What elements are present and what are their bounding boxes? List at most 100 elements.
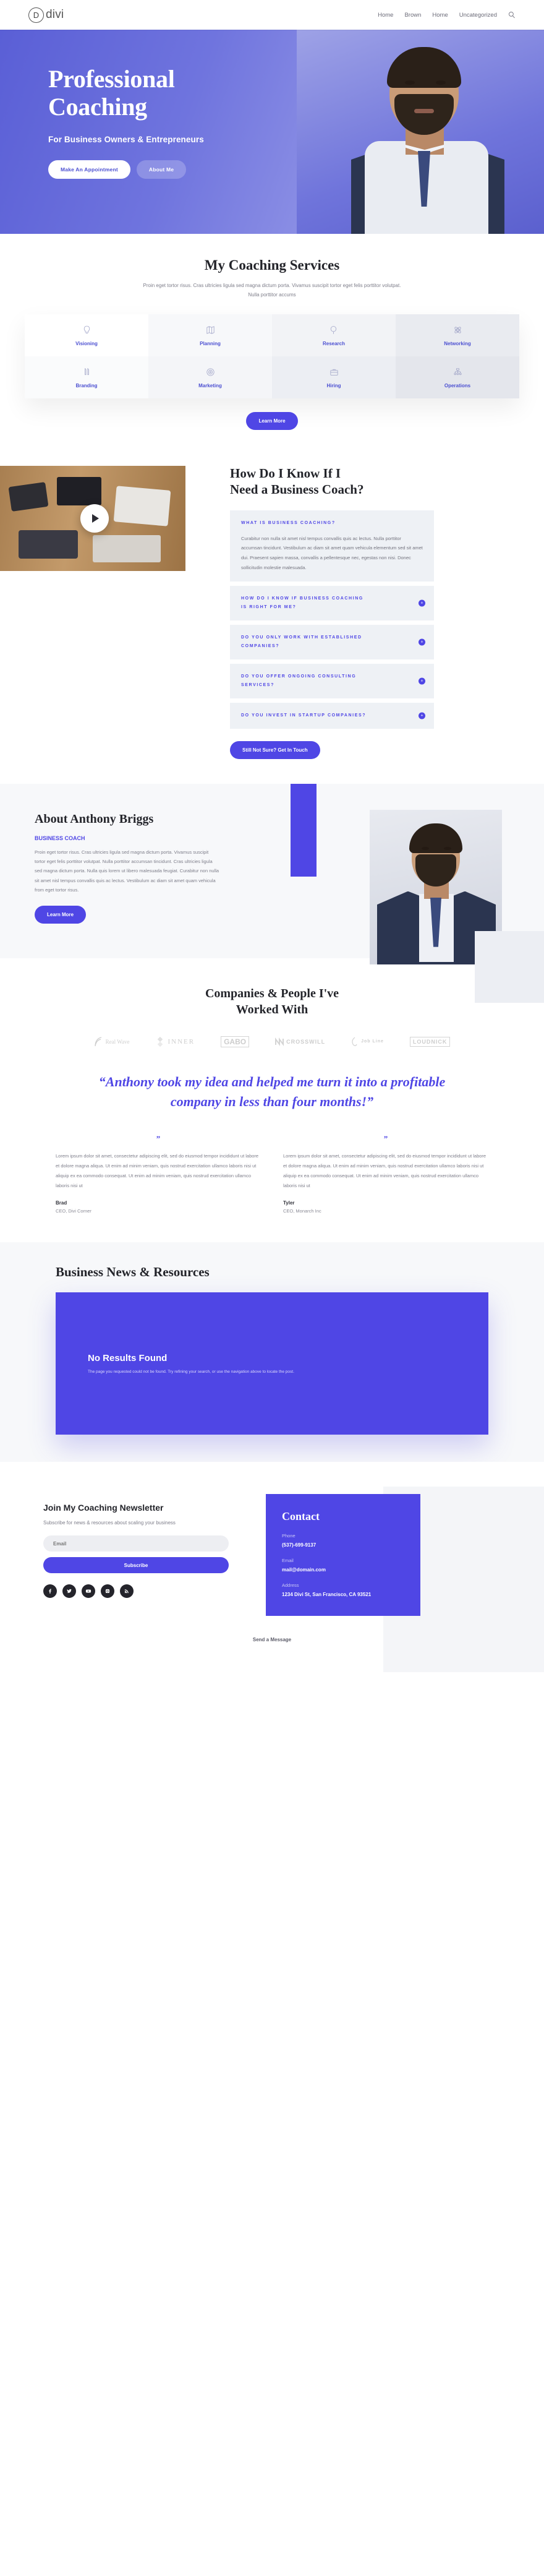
- about-learn-more-button[interactable]: Learn More: [35, 906, 87, 924]
- accordion-expand-icon[interactable]: +: [419, 599, 425, 607]
- target-icon: [206, 368, 215, 376]
- address-label: Address: [282, 1582, 299, 1589]
- accordion-expand-icon[interactable]: +: [419, 677, 425, 685]
- about-me-button[interactable]: About Me: [136, 160, 187, 179]
- accordion-item[interactable]: HOW DO I KNOW IF BUSINESS COACHING IS RI…: [230, 585, 434, 620]
- service-label: Branding: [75, 382, 98, 389]
- social-links: [43, 1584, 247, 1599]
- hero-section: Professional Coaching For Business Owner…: [0, 30, 544, 234]
- twitter-icon[interactable]: [62, 1584, 76, 1599]
- nav-item-home-2[interactable]: Home: [432, 12, 448, 19]
- email-field[interactable]: [43, 1535, 229, 1552]
- newsletter-title: Join My Coaching Newsletter: [43, 1503, 164, 1513]
- logo-loudnick: LOUDNICK: [409, 1037, 451, 1047]
- testimonial-role: CEO, Divi Corner: [56, 1208, 91, 1214]
- faq-cta-button[interactable]: Still Not Sure? Get In Touch: [230, 741, 320, 759]
- accordion-item-open[interactable]: WHAT IS BUSINESS COACHING? Curabitur non…: [230, 510, 434, 582]
- accordion-question: DO YOU OFFER ONGOING CONSULTING SERVICES…: [241, 674, 357, 687]
- phone-label: Phone: [282, 1533, 295, 1539]
- services-section: My Coaching Services Proin eget tortor r…: [0, 234, 544, 452]
- services-subtitle: Proin eget tortor risus. Cras ultricies …: [143, 283, 401, 298]
- divi-logo-icon: D: [28, 7, 44, 23]
- testimonial-body: Lorem ipsum dolor sit amet, consectetur …: [283, 1153, 487, 1188]
- accordion-expand-icon[interactable]: +: [419, 712, 425, 719]
- accordion-item[interactable]: DO YOU OFFER ONGOING CONSULTING SERVICES…: [230, 663, 434, 698]
- faq-heading-line1: How Do I Know If I: [230, 466, 341, 481]
- logo-gabo: GABO: [221, 1036, 250, 1048]
- service-label: Networking: [444, 340, 471, 346]
- client-logos: Real Wave INNER GABO CROSSWILL Job Line …: [0, 1036, 544, 1048]
- service-label: Planning: [200, 340, 221, 346]
- about-decorative-square: [475, 930, 544, 1003]
- service-card-hiring[interactable]: Hiring: [272, 356, 396, 399]
- service-label: Visioning: [75, 340, 98, 346]
- accordion-question: DO YOU INVEST IN STARTUP COMPANIES?: [241, 713, 367, 718]
- service-card-branding[interactable]: Branding: [25, 356, 148, 399]
- faq-video-thumbnail[interactable]: [0, 466, 185, 572]
- service-card-planning[interactable]: Planning: [148, 314, 272, 357]
- email-value[interactable]: mail@domain.com: [282, 1567, 404, 1573]
- testimonial-section: “Anthony took my idea and helped me turn…: [0, 1047, 544, 1242]
- atom-icon: [454, 327, 461, 333]
- service-card-operations[interactable]: Operations: [396, 356, 519, 399]
- logo-inner: INNER: [155, 1037, 195, 1047]
- site-logo[interactable]: D divi: [28, 7, 64, 23]
- companies-title: Companies & People I've Worked With: [0, 985, 544, 1018]
- service-card-networking[interactable]: Networking: [396, 314, 519, 357]
- nav-item-brown[interactable]: Brown: [404, 12, 421, 19]
- magnifier-icon: [330, 325, 336, 334]
- quote-icon: ”: [156, 1134, 161, 1144]
- headline-quote: “Anthony took my idea and helped me turn…: [98, 1074, 446, 1110]
- faq-accordion: WHAT IS BUSINESS COACHING? Curabitur non…: [230, 510, 434, 729]
- make-appointment-button[interactable]: Make An Appointment: [48, 160, 130, 179]
- quote-icon: ”: [383, 1134, 388, 1144]
- accordion-item[interactable]: DO YOU INVEST IN STARTUP COMPANIES? +: [230, 702, 434, 729]
- instagram-icon[interactable]: [101, 1584, 114, 1599]
- search-icon[interactable]: [508, 11, 516, 19]
- facebook-icon[interactable]: [43, 1584, 57, 1599]
- about-section: About Anthony Briggs BUSINESS COACH Proi…: [0, 783, 544, 1003]
- service-label: Research: [322, 340, 346, 346]
- about-accent-bar: [291, 783, 317, 877]
- nav-item-uncategorized[interactable]: Uncategorized: [459, 12, 497, 19]
- logo-label: CROSSWILL: [286, 1039, 326, 1045]
- briefcase-icon: [329, 369, 338, 376]
- companies-title-line2: Worked With: [236, 1003, 308, 1017]
- rss-icon[interactable]: [120, 1584, 134, 1599]
- logo-label: INNER: [168, 1037, 195, 1045]
- no-results-card: No Results Found The page you requested …: [56, 1292, 488, 1435]
- about-body: Proin eget tortor risus. Cras ultricies …: [35, 849, 219, 893]
- hero-buttons: Make An Appointment About Me: [48, 160, 266, 179]
- email-label: Email: [282, 1558, 294, 1564]
- service-card-research[interactable]: Research: [272, 314, 396, 357]
- no-results-text: The page you requested could not be foun…: [88, 1370, 294, 1375]
- hero-title-line1: Professional: [48, 65, 175, 93]
- address-value: 1234 Divi St, San Francisco, CA 93521: [282, 1592, 372, 1598]
- org-chart-icon: [453, 368, 462, 376]
- send-message-link[interactable]: Send a Message: [253, 1637, 291, 1642]
- testimonial-card: ” Lorem ipsum dolor sit amet, consectetu…: [283, 1134, 488, 1214]
- logo-label: Real Wave: [105, 1038, 130, 1045]
- logo-text: divi: [46, 8, 64, 21]
- chevron-mark-icon: [275, 1037, 284, 1047]
- logo-crosswill: CROSSWILL: [275, 1037, 326, 1047]
- pens-icon: [84, 367, 89, 376]
- phone-value[interactable]: (537)-699-9137: [282, 1542, 404, 1548]
- nav-item-home[interactable]: Home: [378, 12, 393, 19]
- testimonial-role: CEO, Monarch Inc: [283, 1208, 321, 1214]
- accordion-question: WHAT IS BUSINESS COACHING?: [241, 520, 336, 525]
- contact-title: Contact: [282, 1510, 320, 1523]
- accordion-expand-icon[interactable]: +: [419, 638, 425, 646]
- youtube-icon[interactable]: [82, 1584, 95, 1599]
- logo-real-wave: Real Wave: [94, 1036, 130, 1047]
- service-card-marketing[interactable]: Marketing: [148, 356, 272, 399]
- hero-subtitle: For Business Owners & Entrepreneurs: [48, 134, 204, 144]
- accordion-item[interactable]: DO YOU ONLY WORK WITH ESTABLISHED COMPAN…: [230, 624, 434, 659]
- service-card-visioning[interactable]: Visioning: [25, 314, 148, 357]
- logo-job-line: Job Line: [351, 1037, 384, 1047]
- site-header: D divi Home Brown Home Uncategorized: [0, 0, 544, 30]
- services-learn-more-button[interactable]: Learn More: [246, 412, 298, 431]
- faq-section: How Do I Know If I Need a Business Coach…: [0, 451, 544, 784]
- map-icon: [206, 326, 215, 334]
- subscribe-button[interactable]: Subscribe: [43, 1557, 229, 1574]
